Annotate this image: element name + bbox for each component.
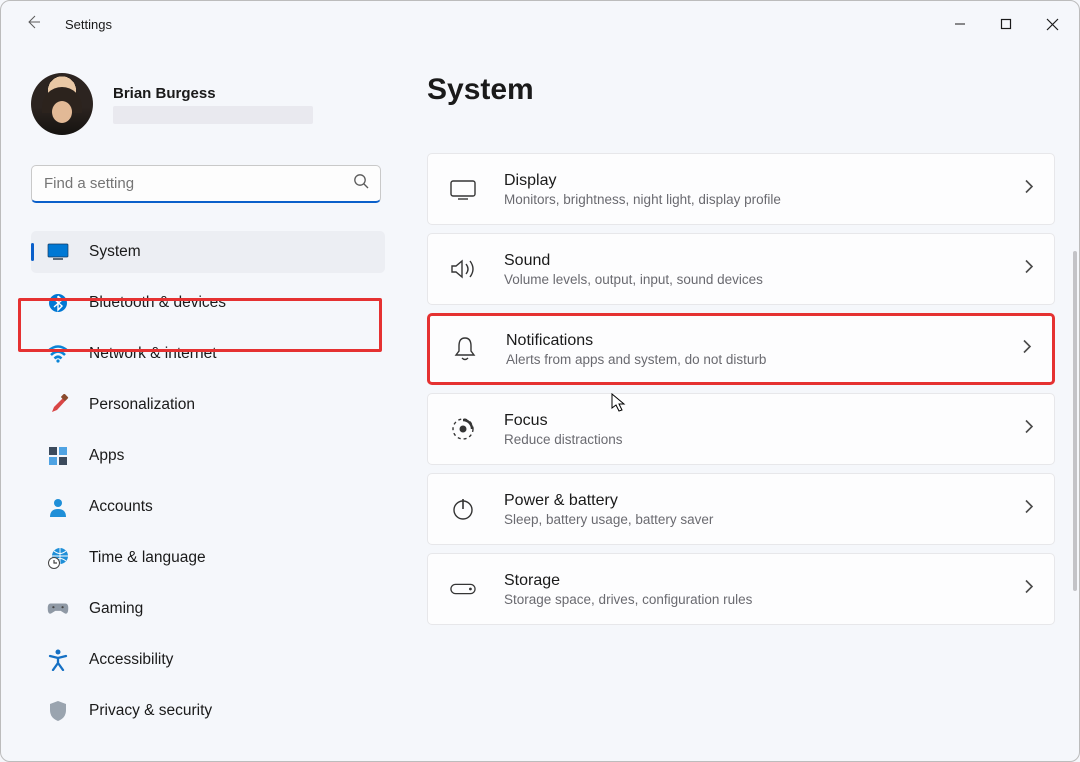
sidebar-item-label: Accounts bbox=[89, 498, 153, 516]
card-text: Notifications Alerts from apps and syste… bbox=[506, 332, 766, 367]
card-subtitle: Monitors, brightness, night light, displ… bbox=[504, 192, 781, 207]
minimize-button[interactable] bbox=[937, 1, 983, 47]
chevron-right-icon bbox=[1024, 179, 1034, 200]
storage-icon bbox=[450, 576, 476, 602]
sound-icon bbox=[450, 256, 476, 282]
chevron-right-icon bbox=[1024, 499, 1034, 520]
shield-icon bbox=[47, 700, 69, 722]
card-title: Display bbox=[504, 172, 781, 190]
bluetooth-icon bbox=[47, 292, 69, 314]
nav-list: System Bluetooth & devices Network & int… bbox=[31, 231, 385, 732]
sidebar-item-time-language[interactable]: Time & language bbox=[31, 537, 385, 579]
profile-subtitle bbox=[113, 106, 313, 124]
sidebar-item-network[interactable]: Network & internet bbox=[31, 333, 385, 375]
card-subtitle: Reduce distractions bbox=[504, 432, 623, 447]
titlebar: Settings bbox=[1, 1, 1079, 47]
card-sound[interactable]: Sound Volume levels, output, input, soun… bbox=[427, 233, 1055, 305]
brush-icon bbox=[47, 394, 69, 416]
scrollbar[interactable] bbox=[1073, 251, 1077, 591]
cards-list: Display Monitors, brightness, night ligh… bbox=[427, 153, 1063, 625]
card-notifications[interactable]: Notifications Alerts from apps and syste… bbox=[427, 313, 1055, 385]
sidebar: Brian Burgess System bbox=[1, 47, 391, 762]
wifi-icon bbox=[47, 343, 69, 365]
card-title: Power & battery bbox=[504, 492, 713, 510]
card-text: Storage Storage space, drives, configura… bbox=[504, 572, 752, 607]
sidebar-item-label: Bluetooth & devices bbox=[89, 294, 226, 312]
sidebar-item-personalization[interactable]: Personalization bbox=[31, 384, 385, 426]
app-title: Settings bbox=[65, 17, 112, 32]
search-box[interactable] bbox=[31, 165, 381, 203]
card-text: Sound Volume levels, output, input, soun… bbox=[504, 252, 763, 287]
person-icon bbox=[47, 496, 69, 518]
chevron-right-icon bbox=[1024, 259, 1034, 280]
sidebar-item-system[interactable]: System bbox=[31, 231, 385, 273]
card-subtitle: Storage space, drives, configuration rul… bbox=[504, 592, 752, 607]
chevron-right-icon bbox=[1024, 419, 1034, 440]
sidebar-item-label: Privacy & security bbox=[89, 702, 212, 720]
card-subtitle: Volume levels, output, input, sound devi… bbox=[504, 272, 763, 287]
card-text: Power & battery Sleep, battery usage, ba… bbox=[504, 492, 713, 527]
accessibility-icon bbox=[47, 649, 69, 671]
focus-icon bbox=[450, 416, 476, 442]
profile-text: Brian Burgess bbox=[113, 85, 313, 124]
search-input[interactable] bbox=[42, 174, 342, 193]
sidebar-item-privacy[interactable]: Privacy & security bbox=[31, 690, 385, 732]
sidebar-item-apps[interactable]: Apps bbox=[31, 435, 385, 477]
card-focus[interactable]: Focus Reduce distractions bbox=[427, 393, 1055, 465]
power-icon bbox=[450, 496, 476, 522]
settings-window: Settings Brian Burgess bbox=[0, 0, 1080, 762]
display-icon bbox=[450, 176, 476, 202]
titlebar-left: Settings bbox=[25, 14, 112, 35]
card-title: Sound bbox=[504, 252, 763, 270]
sidebar-item-label: Accessibility bbox=[89, 651, 173, 669]
sidebar-item-label: Time & language bbox=[89, 549, 206, 567]
sidebar-item-accounts[interactable]: Accounts bbox=[31, 486, 385, 528]
card-title: Notifications bbox=[506, 332, 766, 350]
avatar bbox=[31, 73, 93, 135]
window-buttons bbox=[937, 1, 1075, 47]
sidebar-item-accessibility[interactable]: Accessibility bbox=[31, 639, 385, 681]
sidebar-item-label: System bbox=[89, 243, 141, 261]
maximize-button[interactable] bbox=[983, 1, 1029, 47]
back-button[interactable] bbox=[25, 14, 41, 35]
globe-clock-icon bbox=[47, 547, 69, 569]
sidebar-item-label: Network & internet bbox=[89, 345, 217, 363]
bell-icon bbox=[452, 336, 478, 362]
card-subtitle: Alerts from apps and system, do not dist… bbox=[506, 352, 766, 367]
card-text: Display Monitors, brightness, night ligh… bbox=[504, 172, 781, 207]
system-icon bbox=[47, 241, 69, 263]
chevron-right-icon bbox=[1022, 339, 1032, 360]
sidebar-item-bluetooth[interactable]: Bluetooth & devices bbox=[31, 282, 385, 324]
card-title: Focus bbox=[504, 412, 623, 430]
search-icon bbox=[353, 173, 370, 195]
card-text: Focus Reduce distractions bbox=[504, 412, 623, 447]
sidebar-item-gaming[interactable]: Gaming bbox=[31, 588, 385, 630]
chevron-right-icon bbox=[1024, 579, 1034, 600]
close-button[interactable] bbox=[1029, 1, 1075, 47]
profile-name: Brian Burgess bbox=[113, 85, 313, 102]
sidebar-item-label: Gaming bbox=[89, 600, 143, 618]
card-display[interactable]: Display Monitors, brightness, night ligh… bbox=[427, 153, 1055, 225]
sidebar-item-label: Apps bbox=[89, 447, 124, 465]
window-body: Brian Burgess System bbox=[1, 47, 1079, 762]
sidebar-item-label: Personalization bbox=[89, 396, 195, 414]
gamepad-icon bbox=[47, 598, 69, 620]
card-title: Storage bbox=[504, 572, 752, 590]
content-area: System Display Monitors, brightness, nig… bbox=[391, 47, 1079, 762]
profile[interactable]: Brian Burgess bbox=[31, 73, 391, 135]
page-title: System bbox=[427, 73, 1063, 107]
apps-icon bbox=[47, 445, 69, 467]
card-storage[interactable]: Storage Storage space, drives, configura… bbox=[427, 553, 1055, 625]
card-subtitle: Sleep, battery usage, battery saver bbox=[504, 512, 713, 527]
card-power[interactable]: Power & battery Sleep, battery usage, ba… bbox=[427, 473, 1055, 545]
